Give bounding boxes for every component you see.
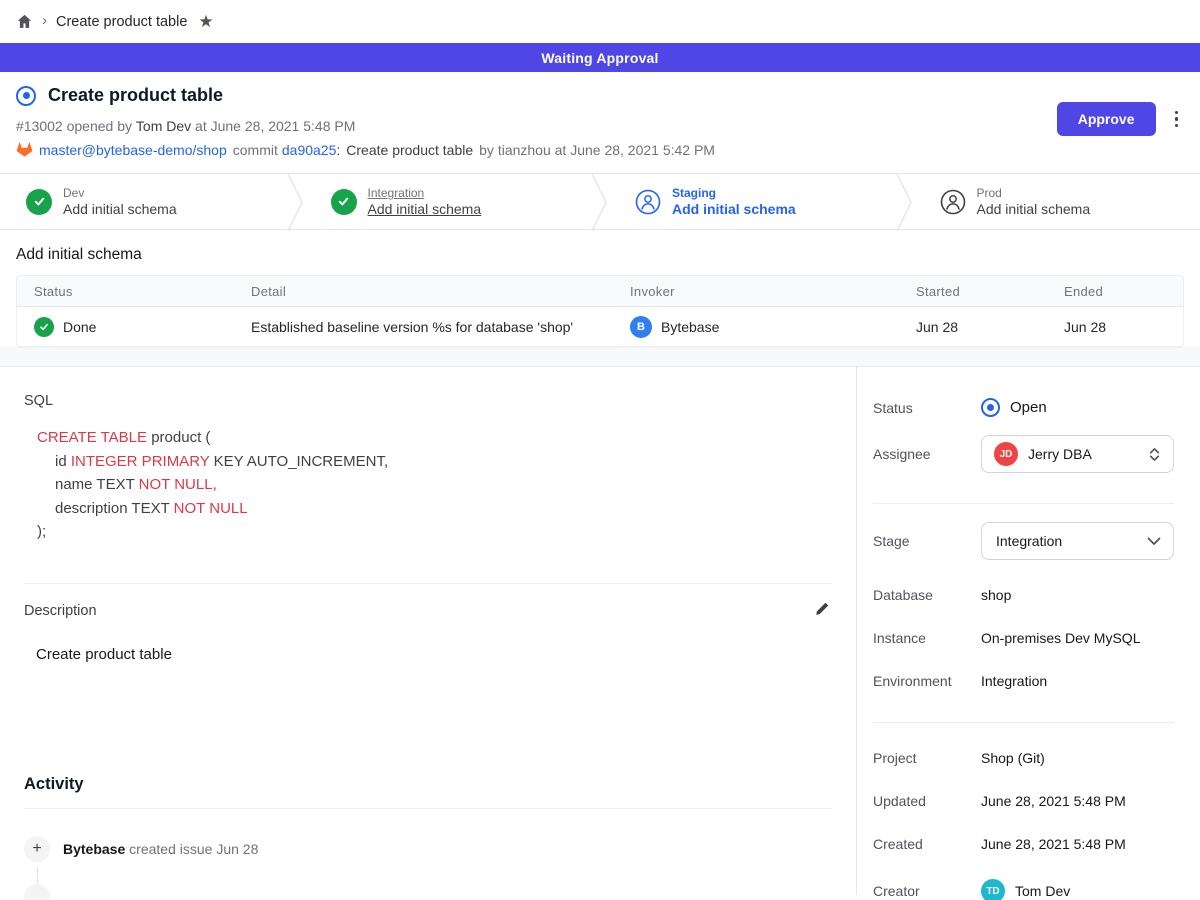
person-icon <box>635 189 661 215</box>
stage-separator <box>591 174 609 231</box>
pipeline-stages: Dev Add initial schema Integration Add i… <box>0 173 1200 230</box>
commit-hash-link[interactable]: da90a25 <box>282 142 337 158</box>
project-value: Shop (Git) <box>981 750 1174 766</box>
breadcrumb-current: Create product table <box>56 14 187 30</box>
instance-label: Instance <box>873 630 981 646</box>
plus-icon: + <box>24 836 50 862</box>
edit-pencil-icon[interactable] <box>813 599 832 623</box>
stage-integration[interactable]: Integration Add initial schema <box>305 174 592 229</box>
task-detail: Established baseline version %s for data… <box>234 319 613 335</box>
waiting-approval-banner: Waiting Approval <box>0 43 1200 72</box>
check-icon <box>331 189 357 215</box>
divider <box>24 583 832 584</box>
description-label: Description <box>24 603 97 619</box>
creator-avatar: TD <box>981 879 1005 900</box>
activity-heading: Activity <box>24 775 832 794</box>
sql-label: SQL <box>24 393 832 409</box>
home-icon[interactable] <box>16 13 33 30</box>
sql-code-block: CREATE TABLE product ( id INTEGER PRIMAR… <box>37 426 832 544</box>
divider <box>873 722 1174 723</box>
database-value: shop <box>981 587 1174 603</box>
issue-author: Tom Dev <box>136 118 191 134</box>
breadcrumb: › Create product table ★ <box>0 0 1200 43</box>
environment-label: Environment <box>873 673 981 689</box>
activity-actor: Bytebase <box>63 841 125 857</box>
created-value: June 28, 2021 5:48 PM <box>981 836 1174 852</box>
task-section-heading: Add initial schema <box>0 230 1200 275</box>
approve-button[interactable]: Approve <box>1057 102 1156 136</box>
branch-repo-link[interactable]: master@bytebase-demo/shop <box>39 142 227 158</box>
chevron-right-icon: › <box>42 12 47 29</box>
database-label: Database <box>873 587 981 603</box>
task-started: Jun 28 <box>899 319 1047 335</box>
stage-separator <box>896 174 914 231</box>
check-icon <box>26 189 52 215</box>
person-icon <box>940 189 966 215</box>
stage-value: Integration <box>994 533 1137 549</box>
stage-select[interactable]: Integration <box>981 522 1174 560</box>
task-table-header: Status Detail Invoker Started Ended <box>17 276 1183 307</box>
divider <box>24 808 832 809</box>
bytebase-issue-page: › Create product table ★ Waiting Approva… <box>0 0 1200 900</box>
status-label: Status <box>873 400 981 416</box>
project-label: Project <box>873 750 981 766</box>
issue-detail-main: SQL CREATE TABLE product ( id INTEGER PR… <box>0 367 857 895</box>
chevron-down-icon <box>1147 537 1161 546</box>
issue-title: Create product table <box>48 85 223 106</box>
kebab-menu-icon[interactable] <box>1171 107 1183 132</box>
task-table-row[interactable]: Done Established baseline version %s for… <box>17 307 1183 346</box>
commit-info: master@bytebase-demo/shop commit da90a25… <box>16 141 1184 158</box>
status-open-icon <box>981 398 1000 417</box>
issue-open-icon <box>16 86 36 106</box>
task-status: Done <box>63 319 96 335</box>
updated-label: Updated <box>873 793 981 809</box>
creator-label: Creator <box>873 883 981 899</box>
commit-byline: by tianzhou at June 28, 2021 5:42 PM <box>479 142 715 158</box>
timeline-connector <box>37 867 38 884</box>
stage-separator <box>287 174 305 231</box>
stage-staging[interactable]: Staging Add initial schema <box>609 174 896 229</box>
stage-dev[interactable]: Dev Add initial schema <box>0 174 287 229</box>
divider <box>873 503 1174 504</box>
issue-sidebar: Status Open Assignee JD Jerry DBA <box>857 367 1200 895</box>
timeline-node <box>24 884 50 900</box>
chevron-updown-icon <box>1148 447 1161 462</box>
stage-prod[interactable]: Prod Add initial schema <box>914 174 1200 229</box>
check-icon <box>34 317 54 337</box>
favorite-star-icon[interactable]: ★ <box>198 12 213 32</box>
created-label: Created <box>873 836 981 852</box>
assignee-avatar: JD <box>994 442 1018 466</box>
gitlab-icon <box>16 141 33 158</box>
assignee-select[interactable]: JD Jerry DBA <box>981 435 1174 473</box>
issue-header: Create product table #13002 opened by To… <box>0 72 1200 173</box>
status-value: Open <box>1010 399 1047 416</box>
assignee-value: Jerry DBA <box>1028 446 1138 462</box>
section-gap <box>0 347 1200 366</box>
task-ended: Jun 28 <box>1047 319 1183 335</box>
creator-value: Tom Dev <box>1015 883 1070 899</box>
instance-value: On-premises Dev MySQL <box>981 630 1174 646</box>
commit-message: Create product table <box>346 142 473 158</box>
environment-value: Integration <box>981 673 1174 689</box>
bytebase-avatar: B <box>630 316 652 338</box>
updated-value: June 28, 2021 5:48 PM <box>981 793 1174 809</box>
task-table: Status Detail Invoker Started Ended Done… <box>16 275 1184 347</box>
issue-number: #13002 <box>16 118 63 134</box>
stage-label: Stage <box>873 533 981 549</box>
issue-opened-at: at June 28, 2021 5:48 PM <box>195 118 355 134</box>
task-invoker: Bytebase <box>661 319 719 335</box>
activity-item: + Bytebase created issue Jun 28 <box>24 836 832 862</box>
issue-meta: #13002 opened by Tom Dev at June 28, 202… <box>16 118 1184 134</box>
assignee-label: Assignee <box>873 446 981 462</box>
description-text: Create product table <box>36 646 832 663</box>
activity-action: created issue Jun 28 <box>129 841 258 857</box>
